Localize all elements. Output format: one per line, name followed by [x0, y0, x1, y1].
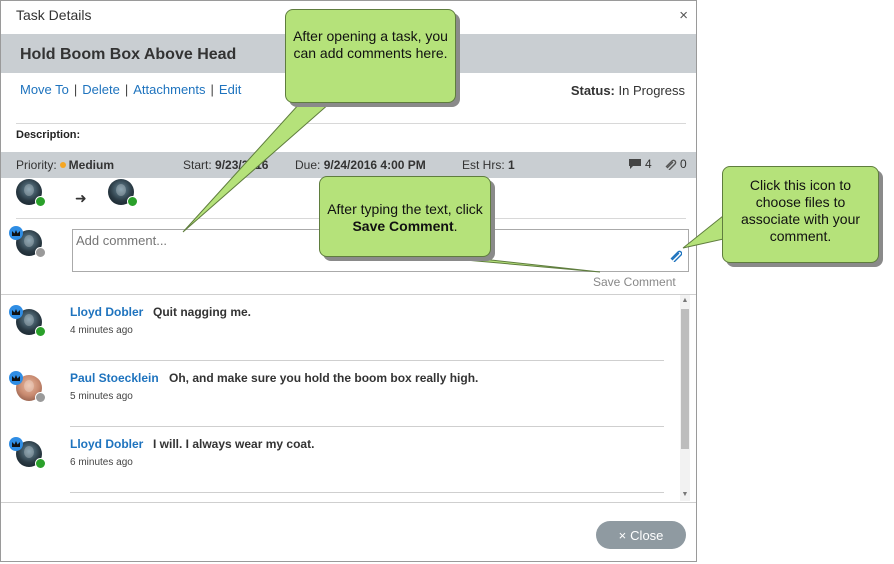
- task-info-bar: Priority: Medium Start: 9/23/2016 Due: 9/…: [1, 152, 696, 178]
- paperclip-icon: [665, 159, 677, 170]
- comment-text: Oh, and make sure you hold the boom box …: [169, 371, 479, 385]
- close-button-label: Close: [630, 527, 664, 543]
- attach-file-icon[interactable]: [668, 248, 683, 267]
- comment-author[interactable]: Paul Stoecklein: [70, 371, 159, 385]
- comment-author[interactable]: Lloyd Dobler: [70, 437, 143, 451]
- callout-save-prefix: After typing the text, click: [327, 201, 483, 217]
- estimated-hours: Est Hrs: 1: [462, 158, 515, 172]
- comment-author[interactable]: Lloyd Dobler: [70, 305, 143, 319]
- close-icon: ×: [618, 527, 627, 543]
- crown-icon: [9, 305, 23, 319]
- status-label: Status:: [570, 83, 615, 98]
- comment-row: Paul Stoecklein Oh, and make sure you ho…: [1, 361, 681, 427]
- due-label: Due:: [295, 158, 321, 172]
- callout-add-comment: After opening a task, you can add commen…: [285, 9, 456, 103]
- crown-icon: [9, 226, 23, 240]
- offline-status-icon: [35, 392, 46, 403]
- assignment-arrow-icon: ➜: [75, 190, 87, 206]
- close-icon[interactable]: ×: [679, 7, 688, 24]
- comment-divider: [70, 492, 664, 493]
- scroll-up-icon[interactable]: ▲: [680, 296, 690, 306]
- priority: Priority: Medium: [16, 158, 114, 172]
- attachments-link[interactable]: Attachments: [133, 82, 205, 97]
- attachment-count-value: 0: [680, 157, 687, 171]
- priority-label: Priority:: [16, 158, 57, 172]
- action-separator: |: [124, 82, 129, 97]
- callout-attach-text: Click this icon to choose files to assoc…: [740, 177, 861, 244]
- start-label: Start:: [183, 158, 212, 172]
- close-button[interactable]: × Close: [596, 521, 686, 549]
- comment-count-value: 4: [645, 157, 652, 171]
- start-value: 9/23/2016: [215, 158, 269, 172]
- online-status-icon: [127, 196, 138, 207]
- edit-link[interactable]: Edit: [219, 82, 241, 97]
- comment-row: Lloyd Dobler Quit nagging me. 4 minutes …: [1, 295, 681, 361]
- comment-row: Lloyd Dobler I will. I always wear my co…: [1, 427, 681, 493]
- comment-icon: [629, 159, 641, 169]
- scroll-thumb[interactable]: [681, 309, 689, 449]
- comment-count: 4: [628, 157, 652, 171]
- comment-text: Quit nagging me.: [153, 305, 251, 319]
- callout-attach-file: Click this icon to choose files to assoc…: [722, 166, 879, 263]
- online-status-icon: [35, 196, 46, 207]
- callout-save-comment: After typing the text, click Save Commen…: [319, 176, 491, 257]
- move-to-link[interactable]: Move To: [20, 82, 69, 97]
- task-actions: Move To | Delete | Attachments | Edit: [20, 82, 241, 97]
- dialog-title: Task Details: [16, 7, 92, 23]
- due-value: 9/24/2016 4:00 PM: [323, 158, 426, 172]
- divider: [16, 123, 686, 124]
- task-status: Status: In Progress: [571, 83, 685, 98]
- comment-time: 6 minutes ago: [70, 457, 133, 468]
- callout-save-bold: Save Comment: [352, 218, 454, 234]
- est-value: 1: [508, 158, 515, 172]
- online-status-icon: [35, 458, 46, 469]
- priority-value: Medium: [68, 158, 115, 172]
- priority-dot-icon: [59, 162, 66, 169]
- description-label: Description:: [16, 129, 81, 141]
- online-status-icon: [35, 326, 46, 337]
- comment-time: 5 minutes ago: [70, 391, 133, 402]
- due-date: Due: 9/24/2016 4:00 PM: [295, 158, 426, 172]
- est-label: Est Hrs:: [462, 158, 505, 172]
- comments-list[interactable]: Lloyd Dobler Quit nagging me. 4 minutes …: [1, 294, 696, 503]
- commenter-avatar[interactable]: [9, 371, 46, 403]
- crown-icon: [9, 437, 23, 451]
- attachment-count: 0: [663, 157, 687, 171]
- comment-text: I will. I always wear my coat.: [153, 437, 315, 451]
- scroll-down-icon[interactable]: ▼: [680, 490, 690, 500]
- task-name: Hold Boom Box Above Head: [20, 46, 237, 63]
- commenter-avatar[interactable]: [9, 437, 46, 469]
- comment-time: 4 minutes ago: [70, 325, 133, 336]
- callout-save-suffix: .: [453, 218, 458, 234]
- delete-link[interactable]: Delete: [82, 82, 120, 97]
- comments-scrollbar[interactable]: ▲ ▼: [680, 295, 690, 501]
- status-value: In Progress: [618, 83, 685, 98]
- save-comment-button[interactable]: Save Comment: [593, 275, 676, 289]
- start-date: Start: 9/23/2016: [183, 158, 268, 172]
- current-user-avatar: [9, 226, 46, 258]
- assignee-avatar[interactable]: [108, 179, 138, 207]
- action-separator: |: [73, 82, 78, 97]
- creator-avatar[interactable]: [16, 179, 46, 207]
- offline-status-icon: [35, 247, 46, 258]
- action-separator: |: [210, 82, 214, 97]
- callout-add-comment-text: After opening a task, you can add commen…: [293, 28, 448, 61]
- crown-icon: [9, 371, 23, 385]
- commenter-avatar[interactable]: [9, 305, 46, 337]
